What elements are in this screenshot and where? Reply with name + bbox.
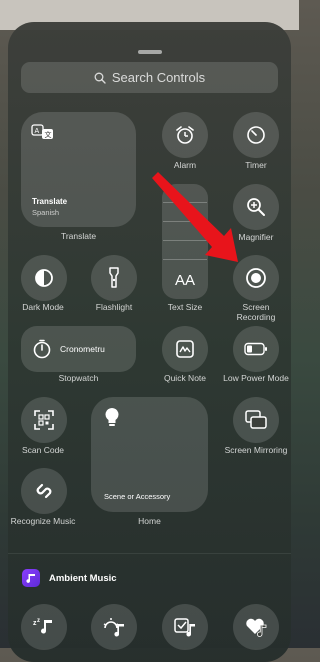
annotation-arrow <box>152 172 238 262</box>
